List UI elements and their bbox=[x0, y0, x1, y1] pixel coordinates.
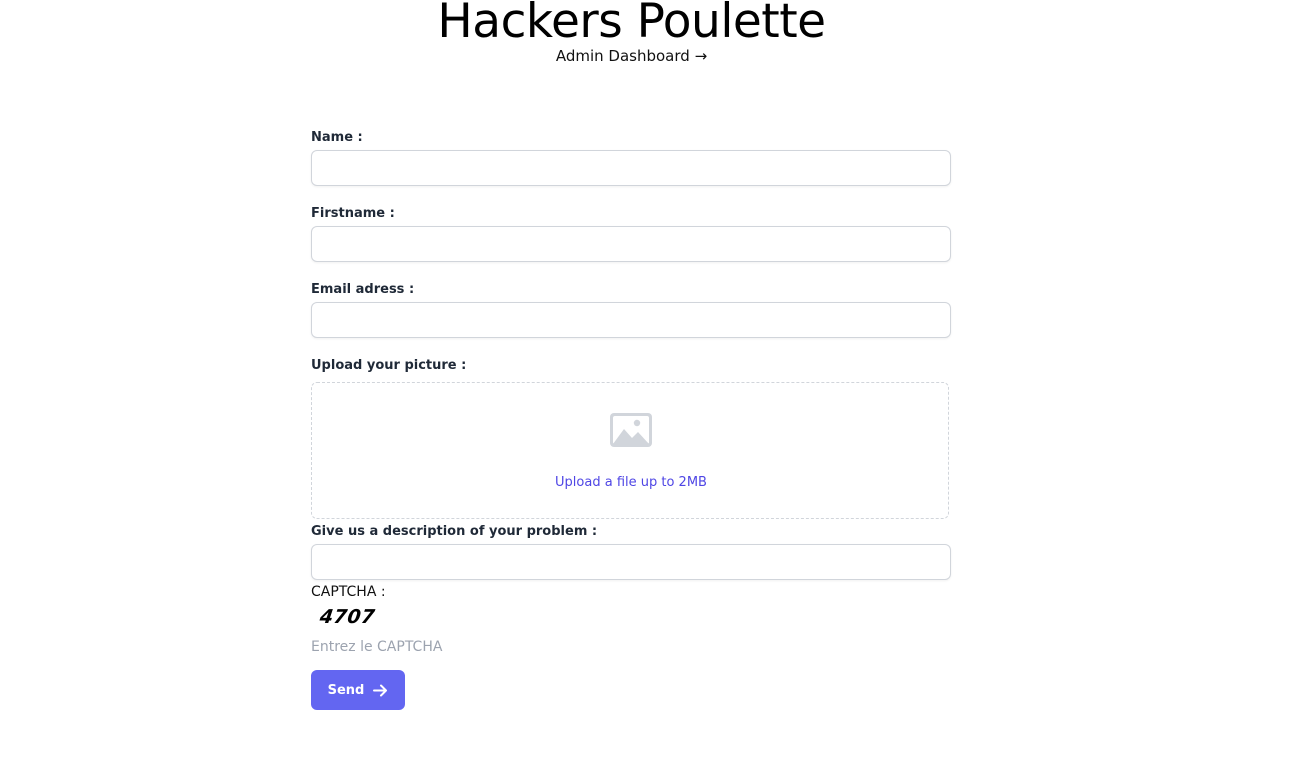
admin-dashboard-link-row: Admin Dashboard → bbox=[0, 46, 1263, 66]
page-title: Hackers Poulette bbox=[437, 0, 826, 49]
firstname-input[interactable] bbox=[311, 226, 951, 262]
upload-text-row: Upload a file up to 2MB bbox=[312, 474, 950, 492]
upload-file-link[interactable]: Upload a file up to 2MB bbox=[555, 475, 707, 490]
send-button[interactable]: Send bbox=[311, 670, 405, 710]
captcha-label: CAPTCHA : bbox=[311, 584, 386, 600]
upload-picture-label: Upload your picture : bbox=[311, 358, 467, 373]
captcha-image: 4707 bbox=[318, 606, 377, 628]
send-button-label: Send bbox=[327, 682, 365, 698]
file-dropzone[interactable]: Upload a file up to 2MB bbox=[311, 382, 949, 519]
description-label: Give us a description of your problem : bbox=[311, 524, 598, 539]
captcha-input[interactable] bbox=[311, 636, 611, 658]
firstname-label: Firstname : bbox=[311, 206, 395, 221]
name-label: Name : bbox=[311, 130, 363, 145]
arrow-right-icon bbox=[373, 684, 388, 696]
name-input[interactable] bbox=[311, 150, 951, 186]
photo-icon bbox=[610, 413, 652, 447]
description-input[interactable] bbox=[311, 544, 951, 580]
email-input[interactable] bbox=[311, 302, 951, 338]
admin-dashboard-link[interactable]: Admin Dashboard → bbox=[556, 47, 707, 65]
email-label: Email adress : bbox=[311, 282, 415, 297]
